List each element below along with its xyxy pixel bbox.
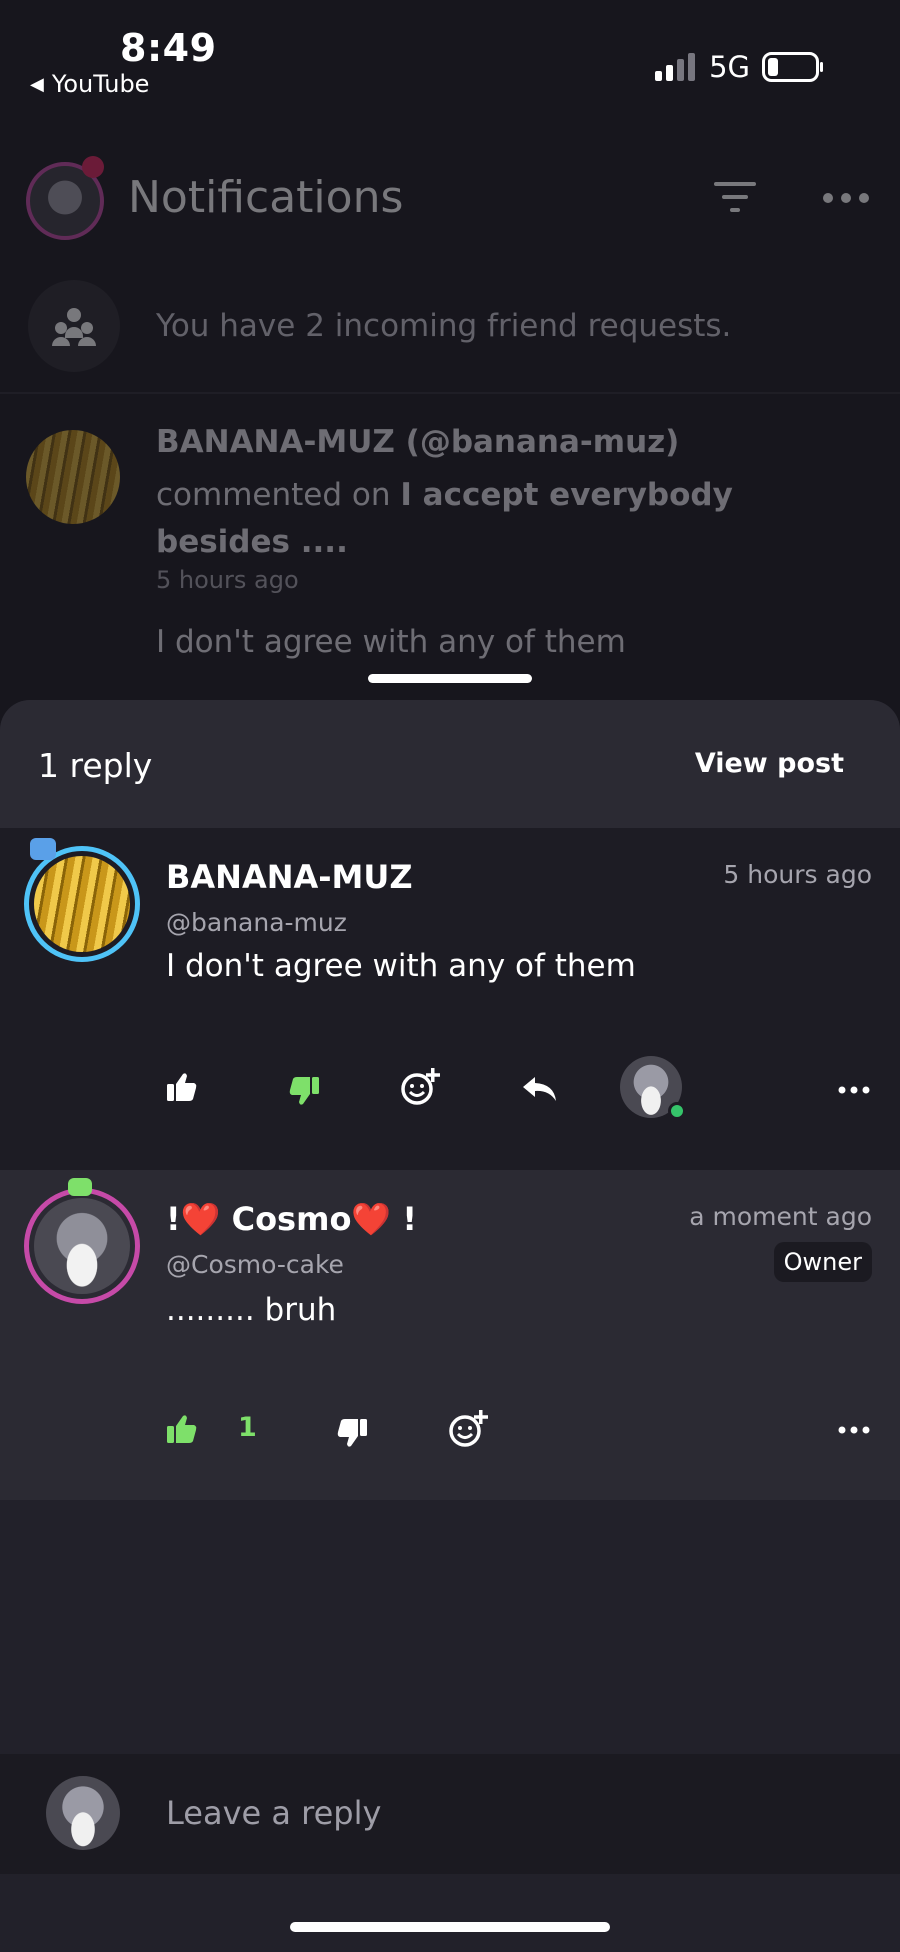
notifications-page: Notifications You have 2 incoming friend… <box>0 0 900 700</box>
reply-icon[interactable] <box>522 1076 558 1102</box>
thumbs-down-icon[interactable] <box>336 1418 368 1448</box>
more-options-icon[interactable] <box>822 192 870 204</box>
comment-text: I don't agree with any of them <box>166 948 636 984</box>
home-indicator[interactable] <box>290 1922 610 1932</box>
avatar-accessory-icon <box>68 1178 92 1196</box>
notification-time: 5 hours ago <box>156 566 299 594</box>
sheet-drag-handle[interactable] <box>368 674 532 683</box>
sheet-header: 1 reply View post <box>0 700 900 828</box>
thumbs-up-icon[interactable] <box>166 1072 198 1102</box>
commenter-avatar[interactable] <box>24 846 140 962</box>
notification-action: commented on <box>156 477 401 513</box>
friend-requests-row[interactable]: You have 2 incoming friend requests. <box>0 280 900 390</box>
online-status-dot <box>668 1102 686 1120</box>
notifications-header: Notifications <box>0 150 900 250</box>
filter-icon[interactable] <box>712 180 758 214</box>
comment-item: !❤️ Cosmo❤️ ! @Cosmo-cake a moment ago O… <box>0 1170 900 1500</box>
my-avatar <box>46 1776 120 1850</box>
comment-author[interactable]: BANANA-MUZ <box>166 858 413 896</box>
notification-summary: commented on I accept everybody besides … <box>156 472 856 566</box>
notification-dot <box>82 156 104 178</box>
friends-icon <box>28 280 120 372</box>
commenter-avatar <box>26 430 120 524</box>
comment-text: ......... bruh <box>166 1292 337 1328</box>
comment-author[interactable]: !❤️ Cosmo❤️ ! <box>166 1200 417 1238</box>
reply-bar: Leave a reply <box>0 1754 900 1874</box>
avatar-accessory-icon <box>30 838 56 860</box>
notification-body: I don't agree with any of them <box>156 624 626 660</box>
comment-time: a moment ago <box>689 1202 872 1231</box>
reply-input[interactable]: Leave a reply <box>166 1794 381 1832</box>
reply-count: 1 reply <box>38 746 153 785</box>
avatar-image <box>34 1198 130 1294</box>
comment-time: 5 hours ago <box>723 860 872 889</box>
page-title: Notifications <box>128 172 404 223</box>
comment-item: BANANA-MUZ @banana-muz 5 hours ago I don… <box>0 828 900 1170</box>
commenter-avatar[interactable] <box>24 1188 140 1304</box>
friend-requests-text: You have 2 incoming friend requests. <box>156 308 732 344</box>
divider <box>0 392 900 394</box>
add-reaction-icon[interactable] <box>448 1410 488 1448</box>
like-count: 1 <box>238 1412 257 1443</box>
avatar-image <box>34 856 130 952</box>
thumbs-down-icon[interactable] <box>288 1076 320 1106</box>
owner-badge: Owner <box>773 1242 872 1282</box>
view-post-button[interactable]: View post <box>695 748 844 779</box>
thumbs-up-icon[interactable] <box>166 1414 198 1444</box>
comment-handle: @Cosmo-cake <box>166 1250 344 1279</box>
notification-actor: BANANA-MUZ (@banana-muz) <box>156 424 680 460</box>
comment-more-icon[interactable] <box>838 1426 870 1434</box>
comment-more-icon[interactable] <box>838 1086 870 1094</box>
comment-notification[interactable]: BANANA-MUZ (@banana-muz) commented on I … <box>0 420 900 700</box>
comment-handle: @banana-muz <box>166 908 347 937</box>
add-reaction-icon[interactable] <box>400 1068 440 1106</box>
